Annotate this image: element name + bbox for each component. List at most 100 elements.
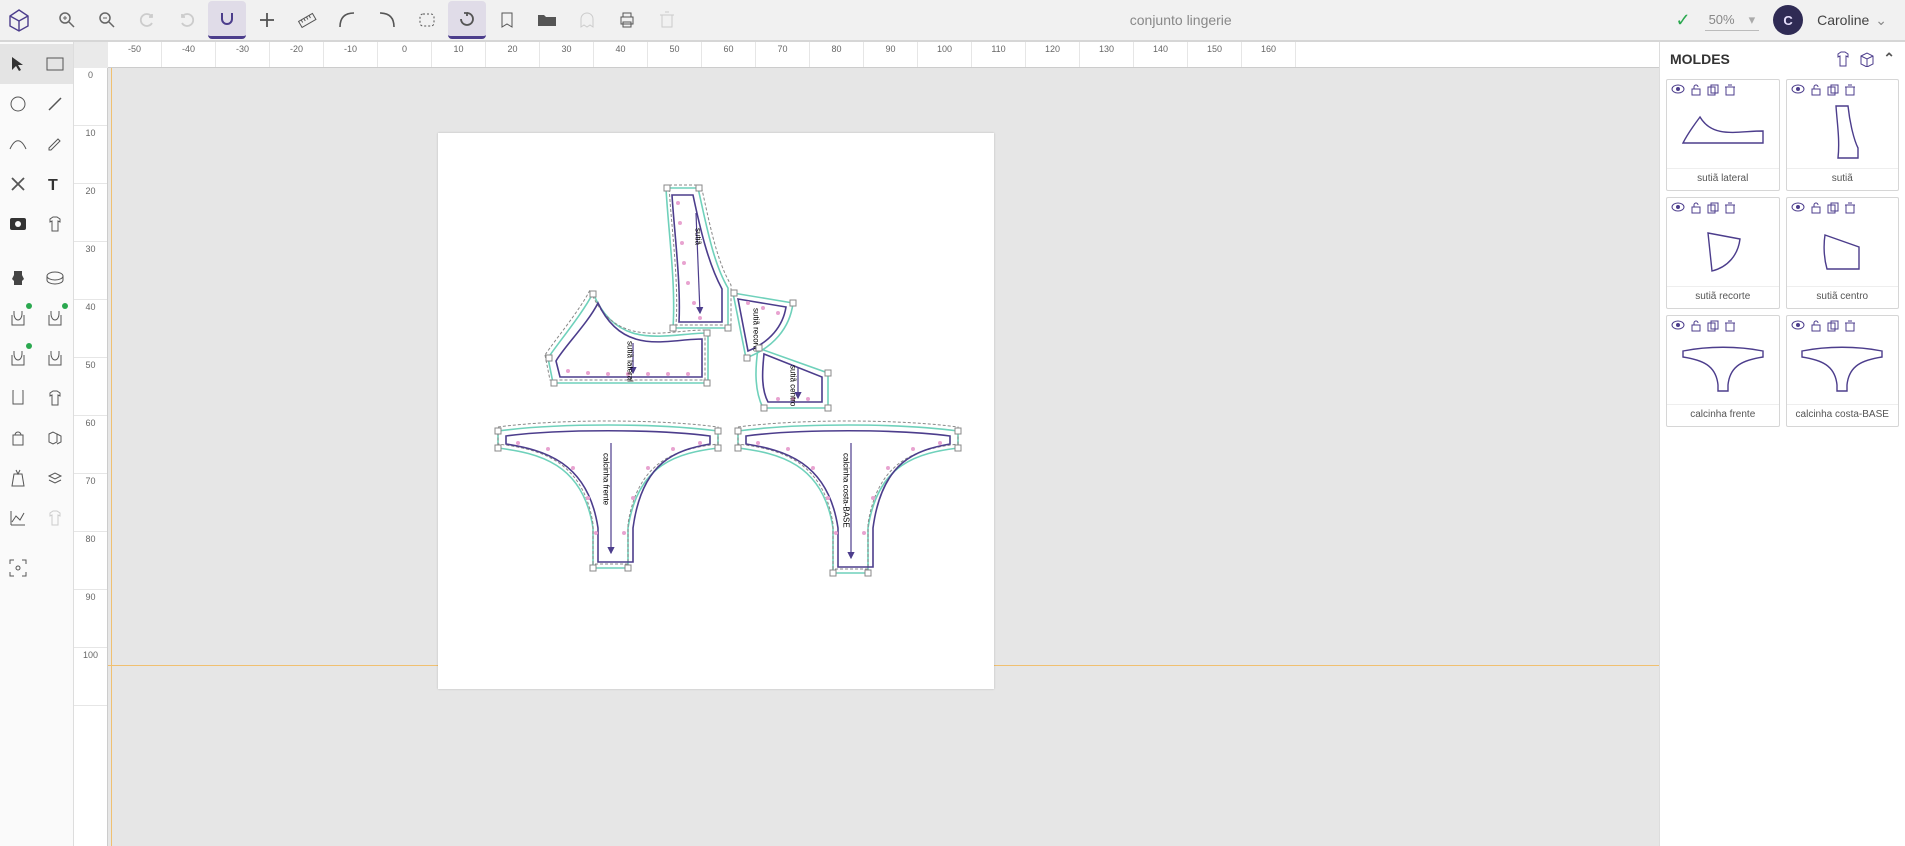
lock-icon[interactable] xyxy=(1691,320,1701,332)
svg-text:T: T xyxy=(48,177,58,192)
folder-button[interactable] xyxy=(528,1,566,39)
collapse-panel-icon[interactable]: ⌃ xyxy=(1883,50,1895,67)
trash-icon[interactable] xyxy=(1845,320,1855,332)
eye-icon[interactable] xyxy=(1791,202,1805,214)
eye-icon[interactable] xyxy=(1671,84,1685,96)
mold-card[interactable]: calcinha frente xyxy=(1666,315,1780,427)
tank-tool-c[interactable] xyxy=(0,338,37,378)
moldes-panel: MOLDES ⌃ sutiã lateralsutiãsutiã recorte… xyxy=(1659,42,1905,846)
top-toolbar: conjunto lingerie ✓ 50%▾ C Caroline⌄ xyxy=(0,0,1905,42)
sleeve-tool[interactable] xyxy=(0,378,37,418)
select-tool[interactable] xyxy=(0,44,37,84)
trash-icon[interactable] xyxy=(1725,84,1735,96)
mold-thumb xyxy=(1787,332,1899,404)
trash-icon[interactable] xyxy=(1725,202,1735,214)
piece-button[interactable] xyxy=(488,1,526,39)
zoom-out-button[interactable] xyxy=(88,1,126,39)
mold-thumb xyxy=(1787,214,1899,286)
pencil-tool[interactable] xyxy=(37,124,74,164)
trash-icon[interactable] xyxy=(1845,84,1855,96)
copy-icon[interactable] xyxy=(1707,320,1719,332)
image-tool[interactable] xyxy=(0,204,37,244)
user-avatar[interactable]: C xyxy=(1773,5,1803,35)
mold-card[interactable]: calcinha costa-BASE xyxy=(1786,315,1900,427)
mold-card[interactable]: sutiã xyxy=(1786,79,1900,191)
add-point-button[interactable] xyxy=(248,1,286,39)
app-logo[interactable] xyxy=(0,1,38,39)
print-button[interactable] xyxy=(608,1,646,39)
copy-icon[interactable] xyxy=(1827,320,1839,332)
tank-tool-b[interactable] xyxy=(37,298,74,338)
mold-card[interactable]: sutiã lateral xyxy=(1666,79,1780,191)
snap-button[interactable] xyxy=(208,1,246,39)
canvas[interactable]: sutiã lateral sutiã xyxy=(108,68,1659,846)
piece-sutia[interactable] xyxy=(664,185,731,331)
guide-vertical[interactable] xyxy=(111,68,112,846)
document-title[interactable]: conjunto lingerie xyxy=(686,12,1675,28)
lock-icon[interactable] xyxy=(1691,84,1701,96)
svg-text:calcinha costa-BASE: calcinha costa-BASE xyxy=(842,453,851,528)
zoom-in-button[interactable] xyxy=(48,1,86,39)
tank-tool-a[interactable] xyxy=(0,298,37,338)
user-menu[interactable]: Caroline⌄ xyxy=(1817,12,1887,29)
shirt-tool[interactable] xyxy=(37,204,74,244)
mold-label: sutiã centro xyxy=(1787,286,1899,308)
trash-icon[interactable] xyxy=(1725,320,1735,332)
dress-tool[interactable] xyxy=(0,458,37,498)
copy-icon[interactable] xyxy=(1827,202,1839,214)
graph-tool[interactable] xyxy=(0,498,37,538)
delete-point-tool[interactable] xyxy=(0,164,37,204)
circle-tool[interactable] xyxy=(0,84,37,124)
lock-icon[interactable] xyxy=(1811,84,1821,96)
lock-icon[interactable] xyxy=(1691,202,1701,214)
undo-button[interactable] xyxy=(128,1,166,39)
redo-button[interactable] xyxy=(168,1,206,39)
mold-thumb xyxy=(1667,96,1779,168)
scan-tool[interactable] xyxy=(0,548,37,588)
copy-icon[interactable] xyxy=(1707,84,1719,96)
trash-icon[interactable] xyxy=(1845,202,1855,214)
curve-left-button[interactable] xyxy=(328,1,366,39)
mold-thumb xyxy=(1787,96,1899,168)
rectangle-tool[interactable] xyxy=(37,44,74,84)
mold-label: calcinha frente xyxy=(1667,404,1779,426)
mold-card[interactable]: sutiã centro xyxy=(1786,197,1900,309)
lock-icon[interactable] xyxy=(1811,320,1821,332)
eye-icon[interactable] xyxy=(1671,202,1685,214)
select-shape-button[interactable] xyxy=(408,1,446,39)
mold-card[interactable]: sutiã recorte xyxy=(1666,197,1780,309)
zoom-select[interactable]: 50%▾ xyxy=(1705,10,1760,31)
eye-icon[interactable] xyxy=(1791,320,1805,332)
pieces-tool[interactable] xyxy=(37,418,74,458)
eye-icon[interactable] xyxy=(1671,320,1685,332)
curve-tool[interactable] xyxy=(0,124,37,164)
body-tool[interactable] xyxy=(0,258,37,298)
rotate-button[interactable] xyxy=(448,1,486,39)
ruler-button[interactable] xyxy=(288,1,326,39)
bag-tool[interactable] xyxy=(0,418,37,458)
svg-text:sutiã centro: sutiã centro xyxy=(789,365,798,407)
mold-label: sutiã recorte xyxy=(1667,286,1779,308)
tape-tool[interactable] xyxy=(37,258,74,298)
copy-icon[interactable] xyxy=(1827,84,1839,96)
svg-text:calcinha frente: calcinha frente xyxy=(602,453,611,506)
svg-text:sutiã: sutiã xyxy=(694,228,703,245)
eye-icon[interactable] xyxy=(1791,84,1805,96)
line-tool[interactable] xyxy=(37,84,74,124)
text-tool[interactable]: T xyxy=(37,164,74,204)
tank-tool-d[interactable] xyxy=(37,338,74,378)
delete-button xyxy=(648,1,686,39)
box-icon[interactable] xyxy=(1859,51,1875,67)
ghost-button xyxy=(568,1,606,39)
shirt-alt-tool[interactable] xyxy=(37,378,74,418)
svg-text:sutiã lateral: sutiã lateral xyxy=(626,341,635,382)
shirt-outline-icon[interactable] xyxy=(1835,51,1851,67)
layers-tool[interactable] xyxy=(37,458,74,498)
chevron-down-icon: ⌄ xyxy=(1875,12,1887,29)
curve-right-button[interactable] xyxy=(368,1,406,39)
ruler-vertical: 0102030405060708090100 xyxy=(74,68,108,846)
artboard[interactable]: sutiã lateral sutiã xyxy=(438,133,994,689)
copy-icon[interactable] xyxy=(1707,202,1719,214)
mold-label: calcinha costa-BASE xyxy=(1787,404,1899,426)
lock-icon[interactable] xyxy=(1811,202,1821,214)
